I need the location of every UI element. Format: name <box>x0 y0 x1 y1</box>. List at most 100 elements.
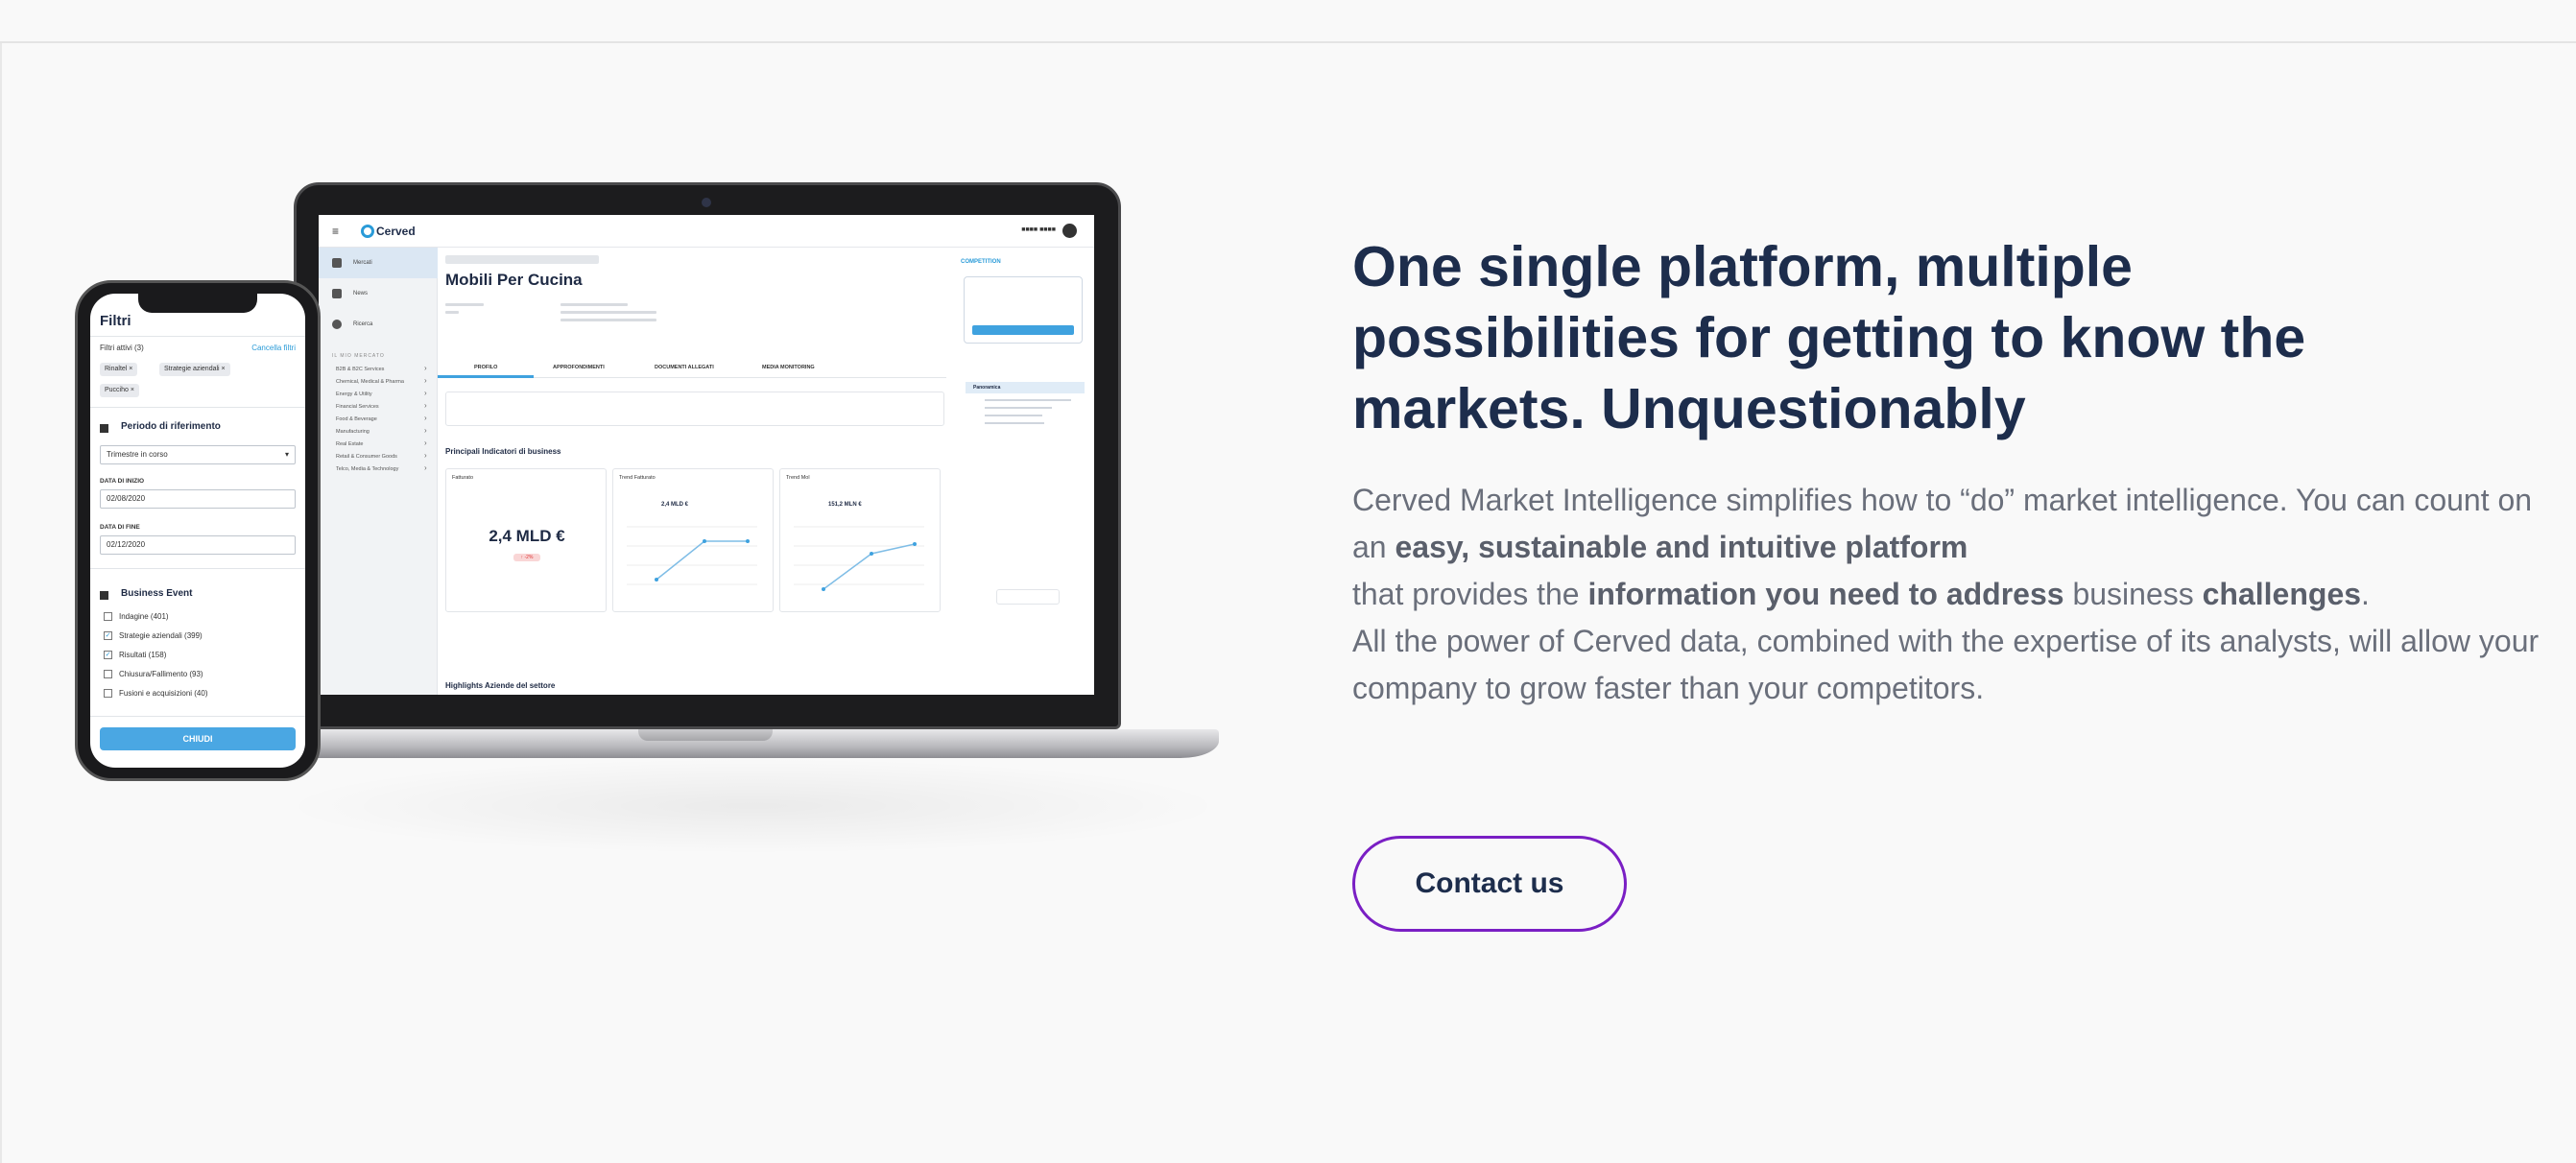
sidebar-section: IL MIO MERCATO <box>332 353 385 359</box>
user-name: ■■■■ ■■■■ <box>1021 226 1056 233</box>
event-option: Strategie aziendali (399) <box>119 631 203 640</box>
app-topbar: ≡ Cerved ■■■■ ■■■■ <box>319 215 1094 248</box>
chevron-down-icon: ▾ <box>284 450 289 459</box>
event-option: Chiusura/Fallimento (93) <box>119 670 203 678</box>
search-icon <box>332 320 342 329</box>
filter-chip: Rinaltel × <box>100 363 138 376</box>
active-filters-label: Filtri attivi (3) <box>100 344 144 352</box>
news-icon <box>332 289 342 298</box>
body-emphasis: information you need to address <box>1587 577 2064 611</box>
close-filters-button: CHIUDI <box>100 727 296 750</box>
checkbox-checked: ✓ <box>104 631 112 640</box>
filter-chip: Pucciho × <box>100 384 139 397</box>
chevron-right-icon: › <box>424 364 427 372</box>
end-date-field: 02/12/2020 <box>100 535 296 555</box>
tab-approfondimenti: APPROFONDIMENTI <box>553 365 605 370</box>
body-text: . <box>2361 577 2370 611</box>
chevron-right-icon: › <box>424 389 427 397</box>
headline-line: possibilities for getting to know the <box>1352 306 2306 369</box>
start-date-field: 02/08/2020 <box>100 489 296 509</box>
top-divider <box>0 0 2576 43</box>
period-select: Trimestre in corso ▾ <box>100 445 296 464</box>
checkbox <box>104 689 112 698</box>
app-main: Mobili Per Cucina COMPETITION PROFILO AP… <box>438 248 1094 695</box>
sidebar-item-news: News <box>353 291 369 297</box>
calendar-icon <box>100 424 108 433</box>
tab-underline <box>438 375 534 378</box>
headline-line: One single platform, multiple <box>1352 235 2133 298</box>
kpi-delta-badge: ↑ -2% <box>513 554 540 561</box>
body-text: All the power of Cerved data, combined w… <box>1352 624 2540 705</box>
sidebar-sub-item: Financial Services <box>336 404 379 410</box>
sidebar-sub-item: Telco, Media & Technology <box>336 466 399 472</box>
sidebar-sub-item: Retail & Consumer Goods <box>336 454 397 460</box>
tab-media: MEDIA MONITORING <box>762 365 815 370</box>
cerved-logo-icon <box>361 225 374 238</box>
period-title: Periodo di riferimento <box>121 421 221 432</box>
phone-notch <box>138 294 257 313</box>
body-emphasis: easy, sustainable and intuitive platform <box>1395 530 1968 564</box>
laptop-screen: ≡ Cerved ■■■■ ■■■■ Mercati News Ricerca … <box>319 215 1094 695</box>
chevron-right-icon: › <box>424 426 427 435</box>
section-title: Highlights Aziende del settore <box>445 681 556 690</box>
sidebar-item-mercati: Mercati <box>353 260 372 266</box>
checkbox <box>104 612 112 621</box>
kpi-value: 2,4 MLD € <box>489 527 565 545</box>
kpi-card: Fatturato 2,4 MLD € ↑ -2% <box>445 468 607 612</box>
kpi-label: Fatturato <box>452 475 474 481</box>
tab-profilo: PROFILO <box>474 365 498 370</box>
trend-card: Trend Mol 151,2 MLN € <box>779 468 941 612</box>
chart-icon <box>332 258 342 268</box>
app-sidebar: Mercati News Ricerca IL MIO MERCATO B2B … <box>319 248 438 695</box>
overview-title: Panoramica <box>973 385 1001 391</box>
period-select-value: Trimestre in corso <box>107 450 168 459</box>
flag-icon <box>100 591 108 600</box>
section-headline: One single platform, multiple possibilit… <box>1352 231 2456 444</box>
chevron-right-icon: › <box>424 376 427 385</box>
competition-link: COMPETITION <box>961 259 1001 265</box>
body-text: that provides the <box>1352 577 1588 611</box>
clear-filters-link: Cancella filtri <box>251 344 296 352</box>
menu-icon: ≡ <box>332 225 340 238</box>
sidebar-sub-item: Food & Beverage <box>336 416 377 422</box>
tab-bar: PROFILO APPROFONDIMENTI DOCUMENTI ALLEGA… <box>438 359 946 378</box>
sidebar-item-ricerca: Ricerca <box>353 321 373 327</box>
event-option: Risultati (158) <box>119 651 167 659</box>
tab-documenti: DOCUMENTI ALLEGATI <box>655 365 714 370</box>
end-date-label: DATA DI FINE <box>100 524 140 531</box>
app-logo: Cerved <box>376 225 416 238</box>
notice-box <box>445 392 944 426</box>
section-description: Cerved Market Intelligence simplifies ho… <box>1352 477 2552 712</box>
left-divider <box>0 43 2 1163</box>
event-option: Indagine (401) <box>119 612 169 621</box>
filters-title: Filtri <box>100 313 131 329</box>
event-option: Fusioni e acquisizioni (40) <box>119 689 208 698</box>
laptop-notch <box>638 729 773 741</box>
chevron-right-icon: › <box>424 463 427 472</box>
filter-chip: Strategie aziendali × <box>159 363 230 376</box>
chevron-right-icon: › <box>424 439 427 447</box>
sidebar-sub-item: Chemical, Medical & Pharma <box>336 379 404 385</box>
trend-card: Trend Fatturato 2,4 MLD € <box>612 468 774 612</box>
business-event-title: Business Event <box>121 588 193 599</box>
body-emphasis: challenges <box>2202 577 2362 611</box>
sidebar-sub-item: Manufacturing <box>336 429 370 435</box>
contact-us-button[interactable]: Contact us <box>1352 836 1627 932</box>
checkbox-checked: ✓ <box>104 651 112 659</box>
trend-chart <box>627 526 757 585</box>
sidebar-sub-item: B2B & B2C Services <box>336 367 385 372</box>
chevron-right-icon: › <box>424 401 427 410</box>
breadcrumb <box>445 255 599 264</box>
chevron-right-icon: › <box>424 451 427 460</box>
page-title: Mobili Per Cucina <box>445 271 583 289</box>
laptop-camera <box>702 198 711 207</box>
chevron-right-icon: › <box>424 414 427 422</box>
checkbox <box>104 670 112 678</box>
avatar <box>1062 224 1077 238</box>
company-meta <box>445 303 695 332</box>
laptop-shadow <box>278 758 1228 854</box>
body-text: business <box>2063 577 2203 611</box>
phone-screen: Filtri Filtri attivi (3) Cancella filtri… <box>90 294 305 768</box>
section-title: Principali Indicatori di business <box>445 447 561 456</box>
promo-card-button <box>972 325 1074 335</box>
